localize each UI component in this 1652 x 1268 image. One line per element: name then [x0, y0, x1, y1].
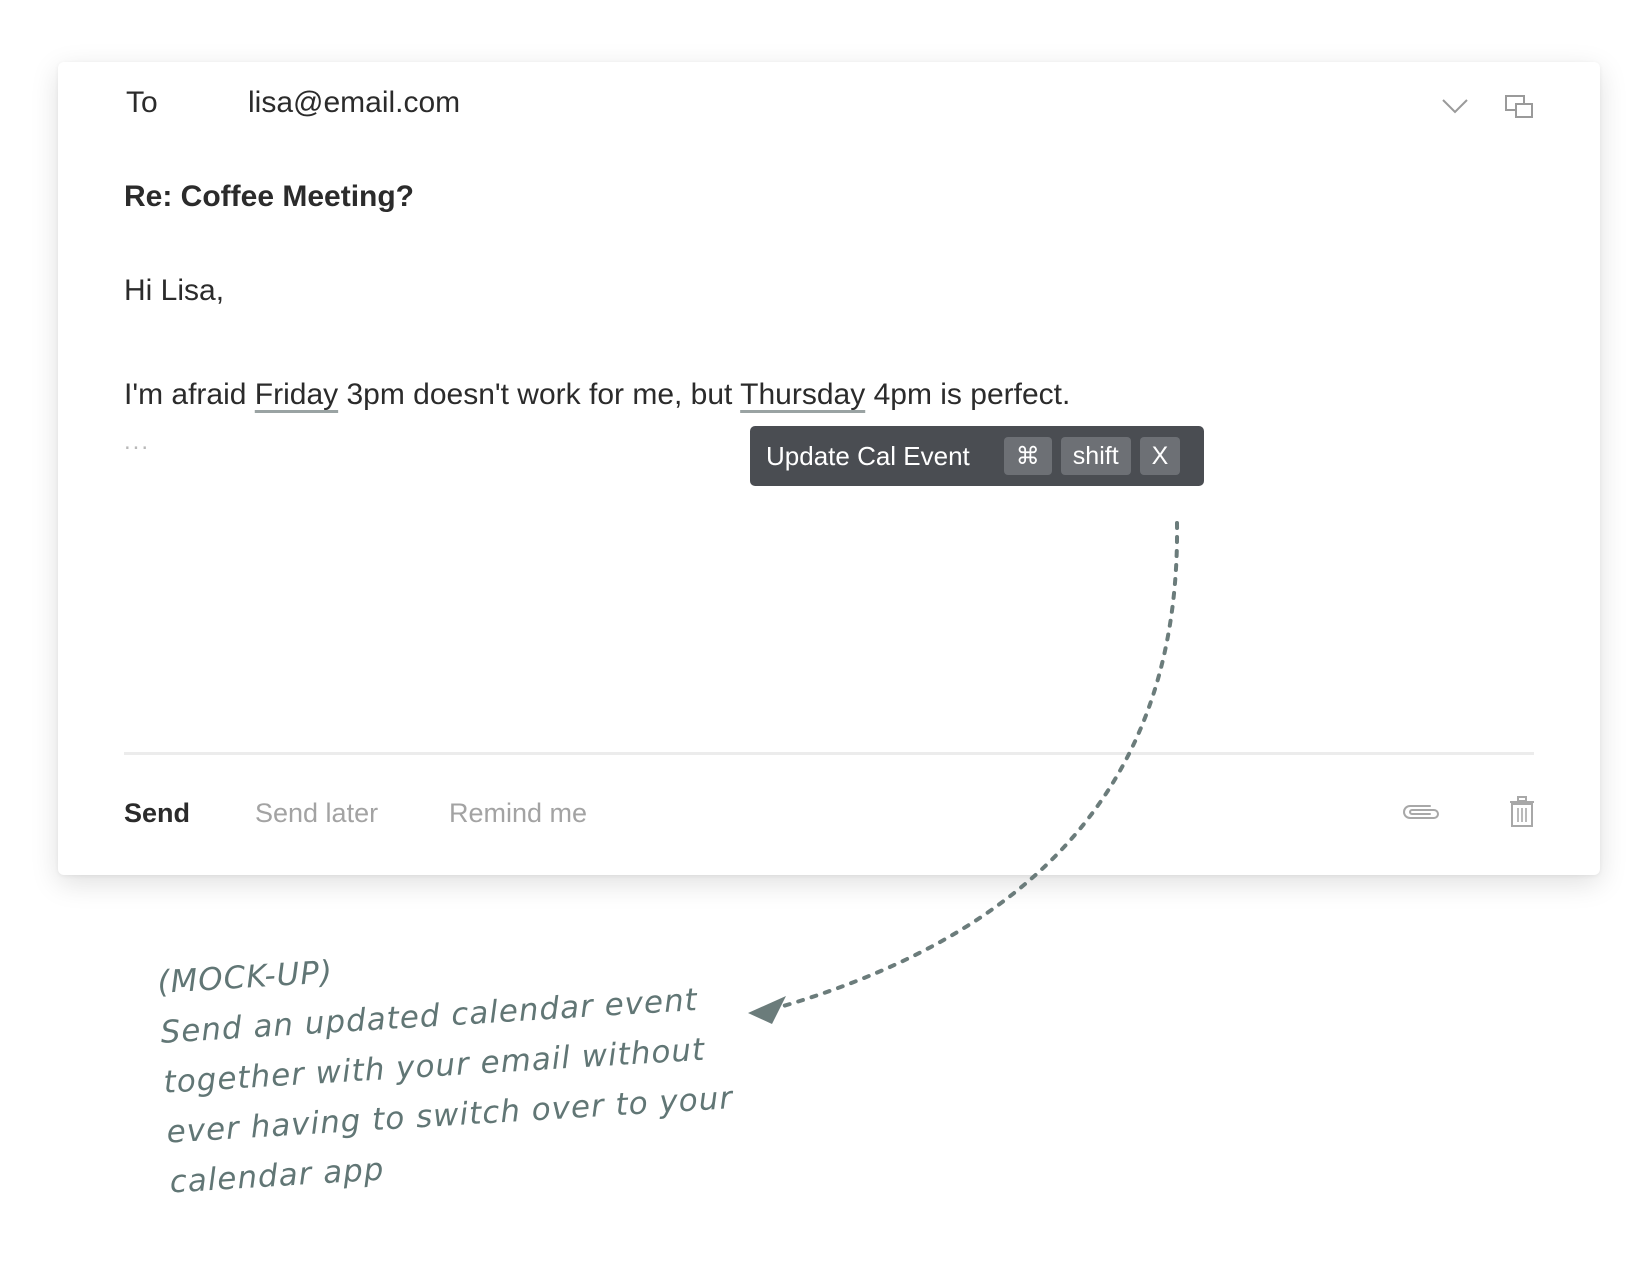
- subject-line[interactable]: Re: Coffee Meeting?: [124, 180, 414, 214]
- quoted-text-toggle[interactable]: ...: [124, 428, 150, 456]
- popout-window-icon[interactable]: [1504, 94, 1534, 120]
- to-label: To: [126, 86, 158, 119]
- detected-date-friday[interactable]: Friday: [255, 378, 338, 411]
- greeting-text: Hi Lisa,: [124, 274, 225, 307]
- trash-icon[interactable]: [1509, 796, 1535, 828]
- mockup-annotation: (MOCK-UP) Send an updated calendar event…: [156, 923, 738, 1207]
- body-text-part: 4pm is perfect.: [865, 378, 1071, 411]
- command-key-badge: ⌘: [1003, 437, 1052, 475]
- to-recipient-field[interactable]: lisa@email.com: [248, 86, 460, 120]
- body-text-part: 3pm doesn't work for me, but: [338, 378, 741, 411]
- body-text-part: I'm afraid: [124, 378, 255, 411]
- paperclip-icon[interactable]: [1400, 800, 1442, 824]
- chevron-down-icon[interactable]: [1441, 96, 1469, 116]
- email-compose-card: To lisa@email.com Re: Coffee Meeting? Hi…: [58, 62, 1600, 875]
- footer-divider: [124, 752, 1534, 755]
- update-cal-event-tooltip[interactable]: Update Cal Event ⌘ shift X: [750, 426, 1204, 486]
- detected-date-thursday[interactable]: Thursday: [740, 378, 865, 411]
- tooltip-label: Update Cal Event: [766, 440, 970, 471]
- send-later-button[interactable]: Send later: [255, 798, 378, 829]
- remind-me-button[interactable]: Remind me: [449, 798, 587, 829]
- x-key-badge: X: [1139, 437, 1181, 475]
- body-text[interactable]: I'm afraid Friday 3pm doesn't work for m…: [124, 378, 1070, 412]
- shift-key-badge: shift: [1060, 437, 1131, 475]
- send-button[interactable]: Send: [124, 798, 190, 829]
